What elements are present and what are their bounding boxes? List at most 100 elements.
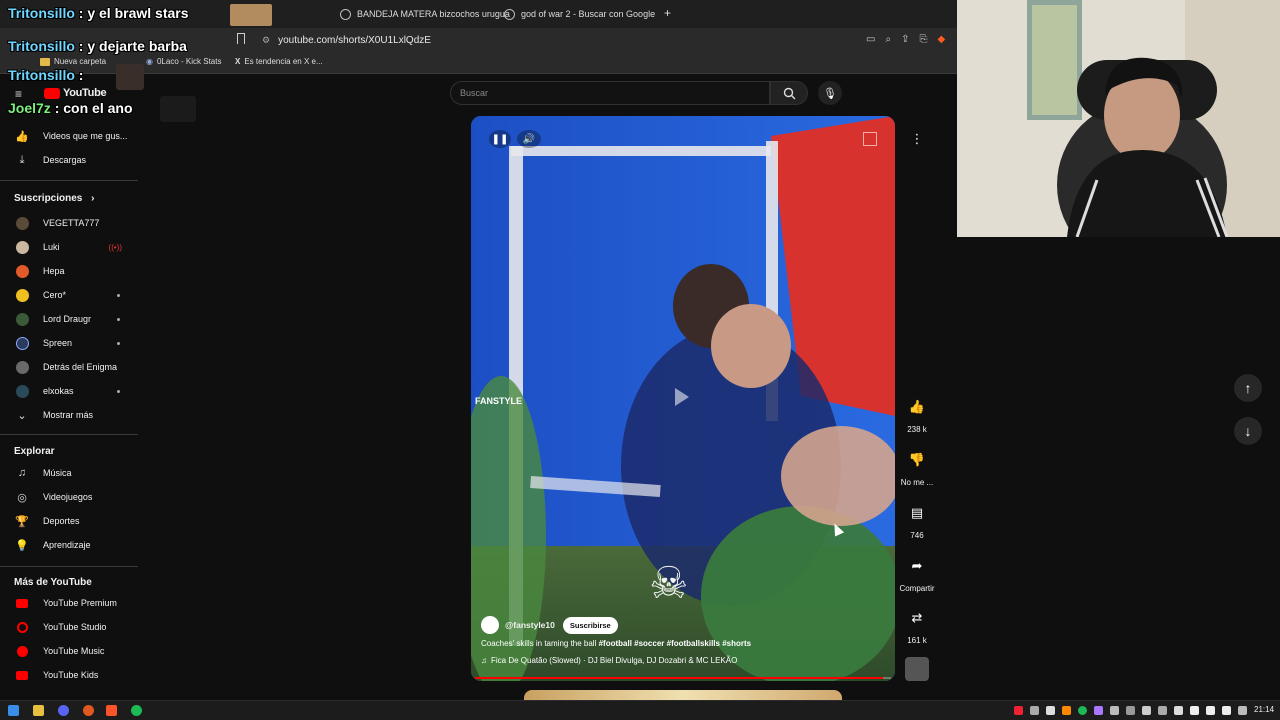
like-button[interactable]: 👍 238 k [899,393,935,434]
sidebar-item-spreen[interactable]: Spreen [0,331,138,355]
dislike-button[interactable]: 👎 No me ... [899,446,935,487]
clock[interactable]: 21:14 [1254,705,1274,714]
wifi-icon[interactable] [1190,706,1199,715]
avatar [15,360,29,374]
spotify-tray-icon[interactable] [1078,706,1087,715]
url-field[interactable]: ⚙ youtube.com/shorts/X0U1LxlQdzE [262,30,862,50]
tray-icon[interactable] [1126,706,1135,715]
keyboard-icon[interactable] [1238,706,1247,715]
tray-icon[interactable] [1062,706,1071,715]
progress-bar[interactable] [475,677,891,679]
brave-icon[interactable] [106,705,117,716]
volume-icon: 🔊 [522,133,536,145]
pause-icon: ❚❚ [491,133,509,145]
new-content-dot [117,293,120,297]
volume-icon[interactable] [1206,706,1215,715]
next-short-button[interactable]: ↓ [1234,417,1262,445]
sidebar-item-hepa[interactable]: Hepa [0,259,138,283]
new-tab-button[interactable]: + [664,6,671,20]
shorts-video-player[interactable]: FANSTYLE ❚❚ 🔊 ☠ @fanstyle10 Suscribirse … [471,116,895,681]
subscriptions-header[interactable]: Suscripciones › [14,193,94,204]
voice-search-button[interactable]: 🎙 [818,81,842,105]
hashtags[interactable]: #football #soccer #footballskills #short… [599,639,752,648]
windows-taskbar: 21:14 [0,700,1280,720]
tab-god-of-war[interactable]: god of war 2 - Buscar con Google [504,4,655,24]
chevron-down-icon: ⌄ [17,409,27,422]
pause-button[interactable]: ❚❚ [489,130,511,148]
sidebar-item-music[interactable]: ♫ Música [0,461,138,485]
bookmark-kick-stats[interactable]: ◉ 0Laco - Kick Stats [146,57,221,66]
tray-icon[interactable] [1158,706,1167,715]
emote-icon [160,96,196,122]
volume-button[interactable]: 🔊 [517,130,541,148]
tray-icon[interactable] [1110,706,1119,715]
music-row[interactable]: ♫ Fica De Quatão (Slowed) · DJ Biel Divu… [481,656,737,665]
sidebar-item-sports[interactable]: 🏆 Deportes [0,509,138,533]
sidebar-item-learning[interactable]: 💡 Aprendizaje [0,533,138,557]
next-short-preview[interactable] [524,690,842,700]
tab-bandeja-matera[interactable]: BANDEJA MATERA bizcochos urugua [340,4,510,24]
comments-button[interactable]: ▤ 746 [899,499,935,540]
bookmark-x-trending[interactable]: X Es tendencia en X e... [235,57,323,66]
search-button[interactable] [770,81,808,105]
sidebar-item-lord-draugr[interactable]: Lord Draugr [0,307,138,331]
sidebar-item-liked-videos[interactable]: 👍 Videos que me gus... [0,124,138,148]
bookmark-icon[interactable] [237,33,245,44]
show-more-button[interactable]: ⌄ Mostrar más [0,403,138,427]
more-options-button[interactable]: ⋮ [906,128,928,150]
share-button[interactable]: ➦ Compartir [897,552,937,593]
subscribe-button[interactable]: Suscribirse [562,616,618,634]
share-page-icon[interactable]: ⇪ [901,34,909,45]
sidebar-item-luki[interactable]: Luki ((•)) [0,235,138,259]
sidebar-item-youtube-studio[interactable]: YouTube Studio [0,615,138,639]
hamburger-menu-icon[interactable]: ≡ [15,87,22,101]
more-from-youtube-header: Más de YouTube [14,577,92,588]
windows-start-icon[interactable] [8,705,19,716]
obs-icon[interactable] [83,705,94,716]
sidebar-item-cero[interactable]: Cero* [0,283,138,307]
tray-icon[interactable] [1142,706,1151,715]
google-icon [340,8,351,20]
chat-message: Tritonsillo : y dejarte barba [8,38,187,54]
bookmark-nueva-carpeta[interactable]: Nueva carpeta [40,57,106,66]
tray-icon[interactable] [1046,706,1055,715]
sidebar-item-vegetta777[interactable]: VEGETTA777 [0,211,138,235]
channel-avatar[interactable] [481,616,499,634]
search-input[interactable]: Buscar [450,81,770,105]
remix-button[interactable]: ⇄ 161 k [899,604,935,645]
avatar [15,288,29,302]
sidebar-item-detras-del-enigma[interactable]: Detrás del Enigma [0,355,138,379]
sidebar-item-downloads[interactable]: ⤓ Descargas [0,148,138,172]
youtube-premium-icon [16,598,28,608]
comment-icon: ▤ [910,505,924,520]
site-info-icon[interactable]: ⚙ [262,35,270,46]
tray-icon[interactable] [1174,706,1183,715]
sidebar-item-gaming[interactable]: ◎ Videojuegos [0,485,138,509]
progress-fill [475,677,883,679]
zoom-icon[interactable]: ⌕ [885,34,891,45]
sidebar-item-elxokas[interactable]: elxokas [0,379,138,403]
sidebar-divider [0,180,138,181]
youtube-logo[interactable]: YouTube [44,87,107,99]
tray-icon[interactable] [1014,706,1023,715]
file-explorer-icon[interactable] [33,705,44,716]
sidebar-item-youtube-premium[interactable]: YouTube Premium [0,591,138,615]
gamepad-icon: ◎ [17,491,27,504]
spotify-icon[interactable] [131,705,142,716]
discord-icon[interactable] [58,705,69,716]
tray-icon[interactable] [1094,706,1103,715]
fullscreen-icon[interactable] [863,132,877,146]
battery-icon[interactable] [1222,706,1231,715]
channel-name[interactable]: @fanstyle10 [505,620,555,630]
music-note-icon: ♫ [481,656,487,665]
audio-thumbnail[interactable] [905,657,929,681]
share-arrow-icon: ➦ [911,558,923,573]
sidebar-item-youtube-kids[interactable]: YouTube Kids [0,663,138,687]
chevron-right-icon: › [91,193,95,204]
translate-icon[interactable]: ⎘ [919,34,927,45]
cast-icon[interactable]: ▭ [866,34,875,45]
tray-icon[interactable] [1030,706,1039,715]
previous-short-button[interactable]: ↑ [1234,374,1262,402]
sidebar-item-youtube-music[interactable]: YouTube Music [0,639,138,663]
brave-shield-icon[interactable]: ◆ [937,34,945,45]
